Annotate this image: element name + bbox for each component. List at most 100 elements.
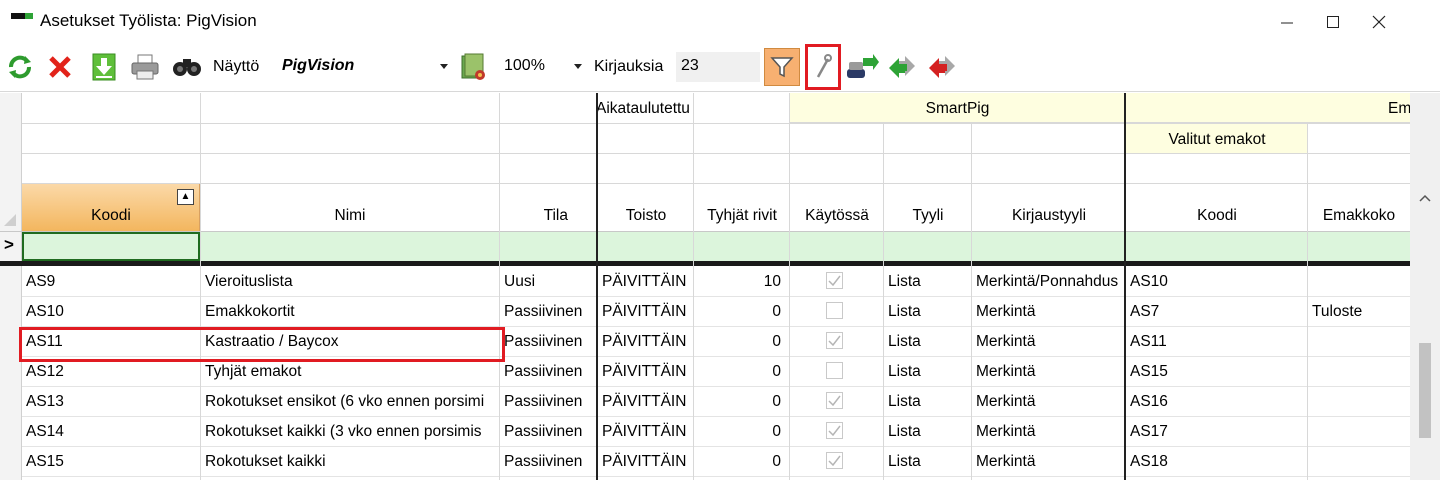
cell-tila[interactable]: Passiivinen (500, 387, 596, 417)
cell-toisto[interactable]: PÄIVITTÄIN (598, 417, 693, 447)
download-icon[interactable] (88, 50, 120, 84)
cell-toisto[interactable]: PÄIVITTÄIN (598, 327, 693, 357)
cell-kirjaustyyli[interactable]: Merkintä (972, 357, 1124, 387)
cell-kirjaustyyli[interactable]: Merkintä (972, 447, 1124, 477)
cell-kaytossa[interactable] (790, 357, 883, 387)
table-row[interactable]: AS9 Vieroituslista Uusi PÄIVITTÄIN 10 Lista Me… (0, 267, 1410, 297)
cell-kirjaustyyli[interactable]: Merkintä (972, 297, 1124, 327)
cell-tila[interactable]: Passiivinen (500, 357, 596, 387)
close-button[interactable] (1356, 0, 1402, 44)
refresh-icon[interactable] (4, 50, 36, 84)
minimize-button[interactable] (1264, 0, 1310, 44)
cell-kaytossa[interactable] (790, 297, 883, 327)
cell-tila[interactable]: Passiivinen (500, 417, 596, 447)
column-header-tyhjat-rivit[interactable]: Tyhjät rivit (694, 207, 790, 225)
checkbox[interactable] (826, 302, 843, 319)
column-header-kaytossa[interactable]: Käytössä (790, 207, 884, 225)
cell-emakkokortti[interactable] (1308, 387, 1410, 417)
column-header-tila[interactable]: Tila (500, 207, 596, 225)
cell-emakkokortti[interactable] (1308, 417, 1410, 447)
cell-emakkokortti[interactable] (1308, 357, 1410, 387)
cell-kaytossa[interactable] (790, 447, 883, 477)
table-row[interactable]: AS15 Rokotukset kaikki Passiivinen PÄIVITTÄ… (0, 447, 1410, 477)
cell-tyhjat-rivit[interactable]: 10 (694, 267, 789, 297)
vertical-scrollbar[interactable] (1410, 93, 1440, 480)
cell-nimi[interactable]: Rokotukset kaikki (201, 447, 499, 477)
cell-toisto[interactable]: PÄIVITTÄIN (598, 387, 693, 417)
cell-koodi[interactable]: AS13 (22, 387, 200, 417)
print-icon[interactable] (128, 50, 162, 84)
column-header-toisto[interactable]: Toisto (598, 207, 694, 225)
scroll-thumb[interactable] (1419, 343, 1431, 438)
export-icon[interactable] (456, 50, 490, 84)
cell-emakkokortti[interactable]: Tuloste (1308, 297, 1410, 327)
checkbox[interactable] (826, 272, 843, 289)
cell-tyyli[interactable]: Lista (884, 387, 971, 417)
cell-tyhjat-rivit[interactable]: 0 (694, 327, 789, 357)
cell-tyyli[interactable]: Lista (884, 357, 971, 387)
cell-tyyli[interactable]: Lista (884, 447, 971, 477)
column-header-emakkokortti[interactable]: Emakkoko (1308, 207, 1410, 225)
cell-emakkokortti[interactable] (1308, 327, 1410, 357)
cell-tyhjat-rivit[interactable]: 0 (694, 357, 789, 387)
cell-toisto[interactable]: PÄIVITTÄIN (598, 267, 693, 297)
cell-tyyli[interactable]: Lista (884, 297, 971, 327)
binoculars-icon[interactable] (170, 50, 204, 84)
cell-kirjaustyyli[interactable]: Merkintä (972, 417, 1124, 447)
scroll-up-icon[interactable] (1419, 189, 1431, 205)
delete-icon[interactable] (44, 50, 76, 84)
cell-tila[interactable]: Passiivinen (500, 327, 596, 357)
cell-tyhjat-rivit[interactable]: 0 (694, 297, 789, 327)
new-row[interactable] (22, 232, 1410, 261)
checkbox[interactable] (826, 332, 843, 349)
sort-ascending-icon[interactable]: ▲ (177, 189, 194, 205)
cell-tila[interactable]: Passiivinen (500, 447, 596, 477)
column-header-nimi[interactable]: Nimi (201, 207, 499, 225)
column-header-tyyli[interactable]: Tyyli (884, 207, 972, 225)
cell-tyyli[interactable]: Lista (884, 417, 971, 447)
table-row[interactable]: AS10 Emakkokortit Passiivinen PÄIVITTÄIN 0 Li… (0, 297, 1410, 327)
cell-tyhjat-rivit[interactable]: 0 (694, 387, 789, 417)
cell-kaytossa[interactable] (790, 417, 883, 447)
cell-tyyli[interactable]: Lista (884, 267, 971, 297)
display-select[interactable]: PigVision (274, 52, 452, 82)
cell-koodi-2[interactable]: AS17 (1126, 417, 1307, 447)
chevron-down-icon[interactable] (440, 64, 448, 69)
checkbox[interactable] (826, 362, 843, 379)
cell-tila[interactable]: Uusi (500, 267, 596, 297)
column-header-koodi[interactable]: Koodi ▲ (22, 184, 200, 231)
cell-toisto[interactable]: PÄIVITTÄIN (598, 447, 693, 477)
maximize-button[interactable] (1310, 0, 1356, 44)
cell-kaytossa[interactable] (790, 327, 883, 357)
cell-nimi[interactable]: Rokotukset kaikki (3 vko ennen porsimis (201, 417, 499, 447)
cell-tyyli[interactable]: Lista (884, 327, 971, 357)
checkbox[interactable] (826, 422, 843, 439)
cell-koodi-2[interactable]: AS10 (1126, 267, 1307, 297)
cell-koodi-2[interactable]: AS16 (1126, 387, 1307, 417)
checkbox[interactable] (826, 392, 843, 409)
arrow-red-icon[interactable] (924, 50, 960, 84)
cell-tila[interactable]: Passiivinen (500, 297, 596, 327)
cell-kirjaustyyli[interactable]: Merkintä (972, 327, 1124, 357)
cell-koodi[interactable]: AS15 (22, 447, 200, 477)
cell-toisto[interactable]: PÄIVITTÄIN (598, 357, 693, 387)
cell-emakkokortti[interactable] (1308, 447, 1410, 477)
column-header-kirjaustyyli[interactable]: Kirjaustyyli (972, 207, 1126, 225)
cell-nimi[interactable]: Vieroituslista (201, 267, 499, 297)
cell-koodi[interactable]: AS10 (22, 297, 200, 327)
cell-koodi[interactable]: AS14 (22, 417, 200, 447)
cell-kaytossa[interactable] (790, 387, 883, 417)
cell-tyhjat-rivit[interactable]: 0 (694, 417, 789, 447)
cell-koodi[interactable]: AS9 (22, 267, 200, 297)
column-header-koodi-2[interactable]: Koodi (1126, 207, 1308, 225)
cell-koodi-2[interactable]: AS15 (1126, 357, 1307, 387)
transfer-icon[interactable] (844, 50, 880, 84)
zoom-select[interactable]: 100% (496, 52, 588, 82)
new-row-koodi-input[interactable] (22, 232, 200, 261)
cell-toisto[interactable]: PÄIVITTÄIN (598, 297, 693, 327)
cell-nimi[interactable]: Emakkokortit (201, 297, 499, 327)
table-row[interactable]: AS14 Rokotukset kaikki (3 vko ennen porsi… (0, 417, 1410, 447)
cell-koodi-2[interactable]: AS11 (1126, 327, 1307, 357)
table-row[interactable]: AS13 Rokotukset ensikot (6 vko ennen pors… (0, 387, 1410, 417)
cell-koodi-2[interactable]: AS7 (1126, 297, 1307, 327)
